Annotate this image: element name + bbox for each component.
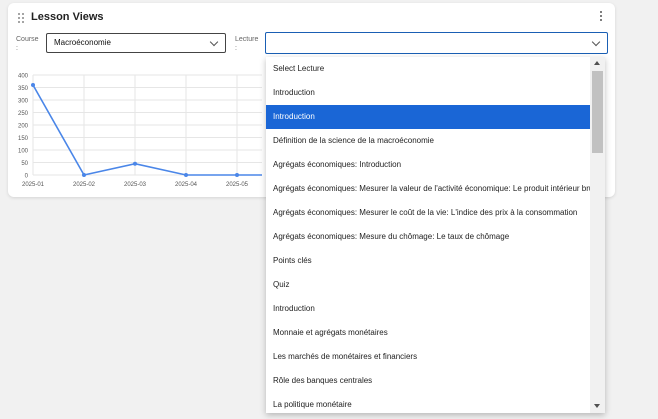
y-tick-label: 350: [18, 86, 29, 92]
data-point: [235, 173, 239, 177]
y-tick-label: 400: [18, 74, 29, 80]
lecture-option[interactable]: Introduction: [266, 105, 590, 129]
y-tick-label: 300: [18, 99, 29, 105]
x-tick-label: 2025-02: [73, 182, 96, 188]
lecture-option[interactable]: Agrégats économiques: Mesurer la valeur …: [266, 177, 590, 201]
lecture-option[interactable]: Définition de la science de la macroécon…: [266, 129, 590, 153]
lecture-option[interactable]: Introduction: [266, 81, 590, 105]
lecture-option[interactable]: Agrégats économiques: Mesure du chômage:…: [266, 225, 590, 249]
lecture-option[interactable]: Les marchés de monétaires et financiers: [266, 345, 590, 369]
series-line: [32, 84, 262, 176]
y-tick-label: 100: [18, 149, 29, 155]
dropdown-placeholder-option[interactable]: Select Lecture: [266, 57, 590, 81]
x-tick-label: 2025-01: [22, 182, 45, 188]
y-tick-label: 150: [18, 136, 29, 142]
x-tick-label: 2025-03: [124, 182, 147, 188]
lecture-option[interactable]: Introduction: [266, 297, 590, 321]
y-tick-label: 50: [21, 161, 28, 167]
lecture-option[interactable]: Monnaie et agrégats monétaires: [266, 321, 590, 345]
x-tick-label: 2025-05: [226, 182, 249, 188]
y-tick-label: 250: [18, 111, 29, 117]
lecture-option[interactable]: La politique monétaire: [266, 393, 590, 413]
y-tick-label: 200: [18, 124, 29, 130]
lecture-option[interactable]: Rôle des banques centrales: [266, 369, 590, 393]
data-point: [184, 173, 188, 177]
x-tick-label: 2025-04: [175, 182, 198, 188]
lecture-option[interactable]: Points clés: [266, 249, 590, 273]
lecture-option[interactable]: Agrégats économiques: Mesurer le coût de…: [266, 201, 590, 225]
y-tick-label: 0: [25, 174, 29, 180]
dropdown-scroll-thumb[interactable]: [592, 71, 603, 153]
data-point: [82, 173, 86, 177]
scroll-down-arrow-icon[interactable]: [594, 404, 600, 408]
lecture-dropdown-list[interactable]: Select Lecture Introduction Introduction Dé…: [266, 57, 605, 413]
data-point: [133, 161, 137, 166]
data-point: [31, 83, 35, 87]
scroll-up-arrow-icon[interactable]: [594, 61, 600, 65]
lecture-option[interactable]: Quiz: [266, 273, 590, 297]
lecture-option[interactable]: Agrégats économiques: Introduction: [266, 153, 590, 177]
